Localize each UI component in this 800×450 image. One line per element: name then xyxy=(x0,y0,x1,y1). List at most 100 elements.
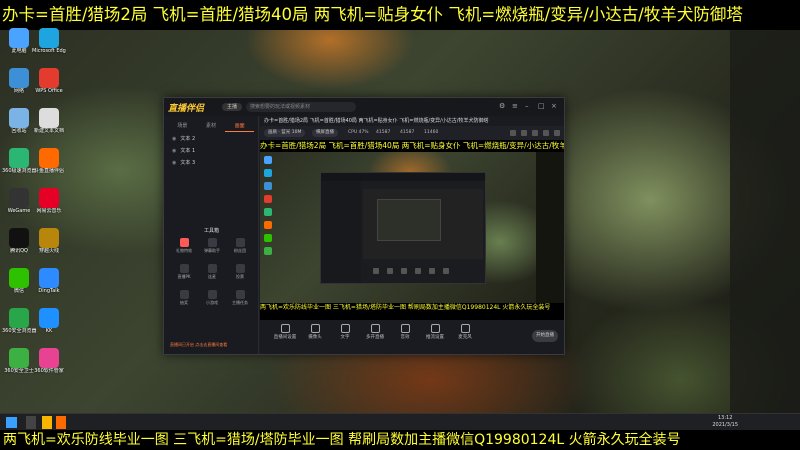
tool-item[interactable]: 投票 xyxy=(226,264,254,284)
tool-icon xyxy=(179,290,189,299)
tool-icon xyxy=(235,264,245,273)
tab-scene[interactable]: 场景 xyxy=(168,120,197,132)
eye-icon[interactable]: ◉ xyxy=(172,146,176,156)
desktop-icon[interactable]: WeGame xyxy=(2,188,36,220)
desktop-icon-label: DingTalk xyxy=(38,288,60,294)
bottom-overlay-banner: 两飞机=欢乐防线毕业一图 三飞机=猎场/塔防毕业一图 帮刷局数加主播微信Q199… xyxy=(0,430,800,450)
search-icon[interactable] xyxy=(26,416,36,429)
close-icon[interactable]: × xyxy=(551,103,558,110)
tool-item[interactable]: 粉丝团 xyxy=(226,238,254,258)
desktop-icon[interactable]: 回收站 xyxy=(2,108,36,140)
nested-control-icon xyxy=(373,268,379,274)
wechat-icon xyxy=(9,268,29,288)
desktop-icon[interactable]: Microsoft Edge xyxy=(32,28,66,60)
sidebar-tabs: 场景 素材 画面 xyxy=(168,120,255,132)
user-badge[interactable]: 主播 xyxy=(222,103,242,111)
desktop-icon-grid: 此电脑 Microsoft Edge 网络 WPS Office 回收站 新建文本文档 36… xyxy=(2,28,72,398)
mini-icon xyxy=(264,221,272,229)
desktop-icon[interactable]: KK xyxy=(32,308,66,340)
gift-icon[interactable] xyxy=(532,130,538,136)
control-icon xyxy=(370,324,380,333)
tool-item[interactable]: 主播任务 xyxy=(226,290,254,310)
more-icon[interactable] xyxy=(554,130,560,136)
preview-right-strip xyxy=(536,152,564,303)
control-button[interactable]: 推流设置 xyxy=(422,324,448,342)
menu-icon[interactable]: ≡ xyxy=(512,103,519,110)
orientation-select[interactable]: 横屏直播 xyxy=(312,129,338,137)
desktop-icon[interactable]: 360极速浏览器 xyxy=(2,148,36,180)
desktop-icon[interactable]: 微信 xyxy=(2,268,36,300)
desktop-icon[interactable]: 腾讯QQ xyxy=(2,228,36,260)
tool-label: 连麦 xyxy=(208,274,216,279)
mini-icon xyxy=(264,182,272,190)
game-icon xyxy=(39,228,59,248)
stream-title[interactable]: 办卡=首胜/猎场2局 飞机=首胜/猎场40局 两飞机=贴身女仆 飞机=燃烧瓶/变… xyxy=(260,116,564,126)
tool-item[interactable]: 弹幕助手 xyxy=(198,238,226,258)
control-label: 麦克风 xyxy=(458,335,472,340)
control-button[interactable]: 摄像头 xyxy=(302,324,328,342)
start-live-button[interactable]: 开始直播 xyxy=(532,330,558,342)
stats-icon[interactable] xyxy=(543,130,549,136)
main-panel: 办卡=首胜/猎场2局 飞机=首胜/猎场40局 两飞机=贴身女仆 飞机=燃烧瓶/变… xyxy=(260,116,564,354)
taskbar-app-icon[interactable] xyxy=(56,416,66,429)
desktop-icon[interactable]: DingTalk xyxy=(32,268,66,300)
desktop-icon[interactable]: 360安全浏览器 xyxy=(2,308,36,340)
taskbar-app-icon[interactable] xyxy=(42,416,52,429)
scene-label: 文本 3 xyxy=(180,160,196,166)
desktop-icon[interactable]: 穿越火线 xyxy=(32,228,66,260)
tool-item[interactable]: 直播PK xyxy=(170,264,198,284)
eye-icon[interactable]: ◉ xyxy=(172,134,176,144)
nested-control-icon xyxy=(387,268,393,274)
desktop-icon[interactable]: 网络 xyxy=(2,68,36,100)
desktop-icon[interactable]: 此电脑 xyxy=(2,28,36,60)
nested-inner-preview xyxy=(377,199,441,241)
tool-item[interactable]: 小游戏 xyxy=(198,290,226,310)
desktop-icon-label: 腾讯QQ xyxy=(10,248,28,254)
control-button[interactable]: 多开直播 xyxy=(362,324,388,342)
stream-preview[interactable]: 办卡=首胜/猎场2局 飞机=首胜/猎场40局 两飞机=贴身女仆 飞机=燃烧瓶/变… xyxy=(260,140,564,320)
stream-status-bar: 画质 · 蓝光 10M 横屏直播 CPU 47% 41587 41587 114… xyxy=(260,126,564,140)
tool-label: 投票 xyxy=(236,274,244,279)
control-button[interactable]: 直播间设置 xyxy=(272,324,298,342)
desktop-icon[interactable]: 360软件管家 xyxy=(32,348,66,380)
control-button[interactable]: 文字 xyxy=(332,324,358,342)
scene-item[interactable]: ◉ 文本 3 xyxy=(172,158,250,168)
shield-icon xyxy=(9,348,29,368)
dingtalk-icon xyxy=(39,268,59,288)
start-icon[interactable] xyxy=(6,417,17,428)
scene-item[interactable]: ◉ 文本 1 xyxy=(172,146,250,156)
desktop-icon[interactable]: 斗鱼直播伴侣 xyxy=(32,148,66,180)
tool-item[interactable]: 抽奖 xyxy=(170,290,198,310)
control-button[interactable]: 麦克风 xyxy=(452,324,478,342)
desktop-icon[interactable]: 网易云音乐 xyxy=(32,188,66,220)
desktop-icon[interactable]: 360安全卫士 xyxy=(2,348,36,380)
douyu-icon xyxy=(39,148,59,168)
quality-select[interactable]: 画质 · 蓝光 10M xyxy=(264,129,306,137)
scene-item[interactable]: ◉ 文本 2 xyxy=(172,134,250,144)
desktop-icon-label: 360安全卫士 xyxy=(4,368,34,374)
desktop-icon-label: 回收站 xyxy=(11,128,27,134)
tool-icon xyxy=(235,290,245,299)
share-icon[interactable] xyxy=(510,130,516,136)
clock[interactable]: 13:12 2021/3/15 xyxy=(712,415,738,429)
mini-icon xyxy=(264,169,272,177)
settings-icon[interactable]: ⚙ xyxy=(499,103,506,110)
eye-icon[interactable]: ◉ xyxy=(172,158,176,168)
nested-title-bar xyxy=(321,173,485,181)
tool-item[interactable]: 礼物特效 xyxy=(170,238,198,258)
chat-icon[interactable] xyxy=(521,130,527,136)
desktop-icon-label: 此电脑 xyxy=(11,48,27,54)
control-button[interactable]: 音效 xyxy=(392,324,418,342)
live-room-notice[interactable]: 直播间已开启 点击去直播间查看 xyxy=(170,342,227,348)
tab-material[interactable]: 素材 xyxy=(197,120,226,132)
maximize-icon[interactable]: □ xyxy=(538,103,545,110)
control-icon xyxy=(310,324,320,333)
tab-picture[interactable]: 画面 xyxy=(225,120,255,132)
desktop-icon[interactable]: WPS Office xyxy=(32,68,66,100)
app-search-input[interactable]: 搜索想要的玩法或视频素材 xyxy=(246,102,356,112)
desktop-icon[interactable]: 新建文本文档 xyxy=(32,108,66,140)
tool-item[interactable]: 连麦 xyxy=(198,264,226,284)
minimize-icon[interactable]: – xyxy=(525,103,532,110)
tool-label: 抽奖 xyxy=(180,300,188,305)
desktop-icon-label: WeGame xyxy=(7,208,31,214)
